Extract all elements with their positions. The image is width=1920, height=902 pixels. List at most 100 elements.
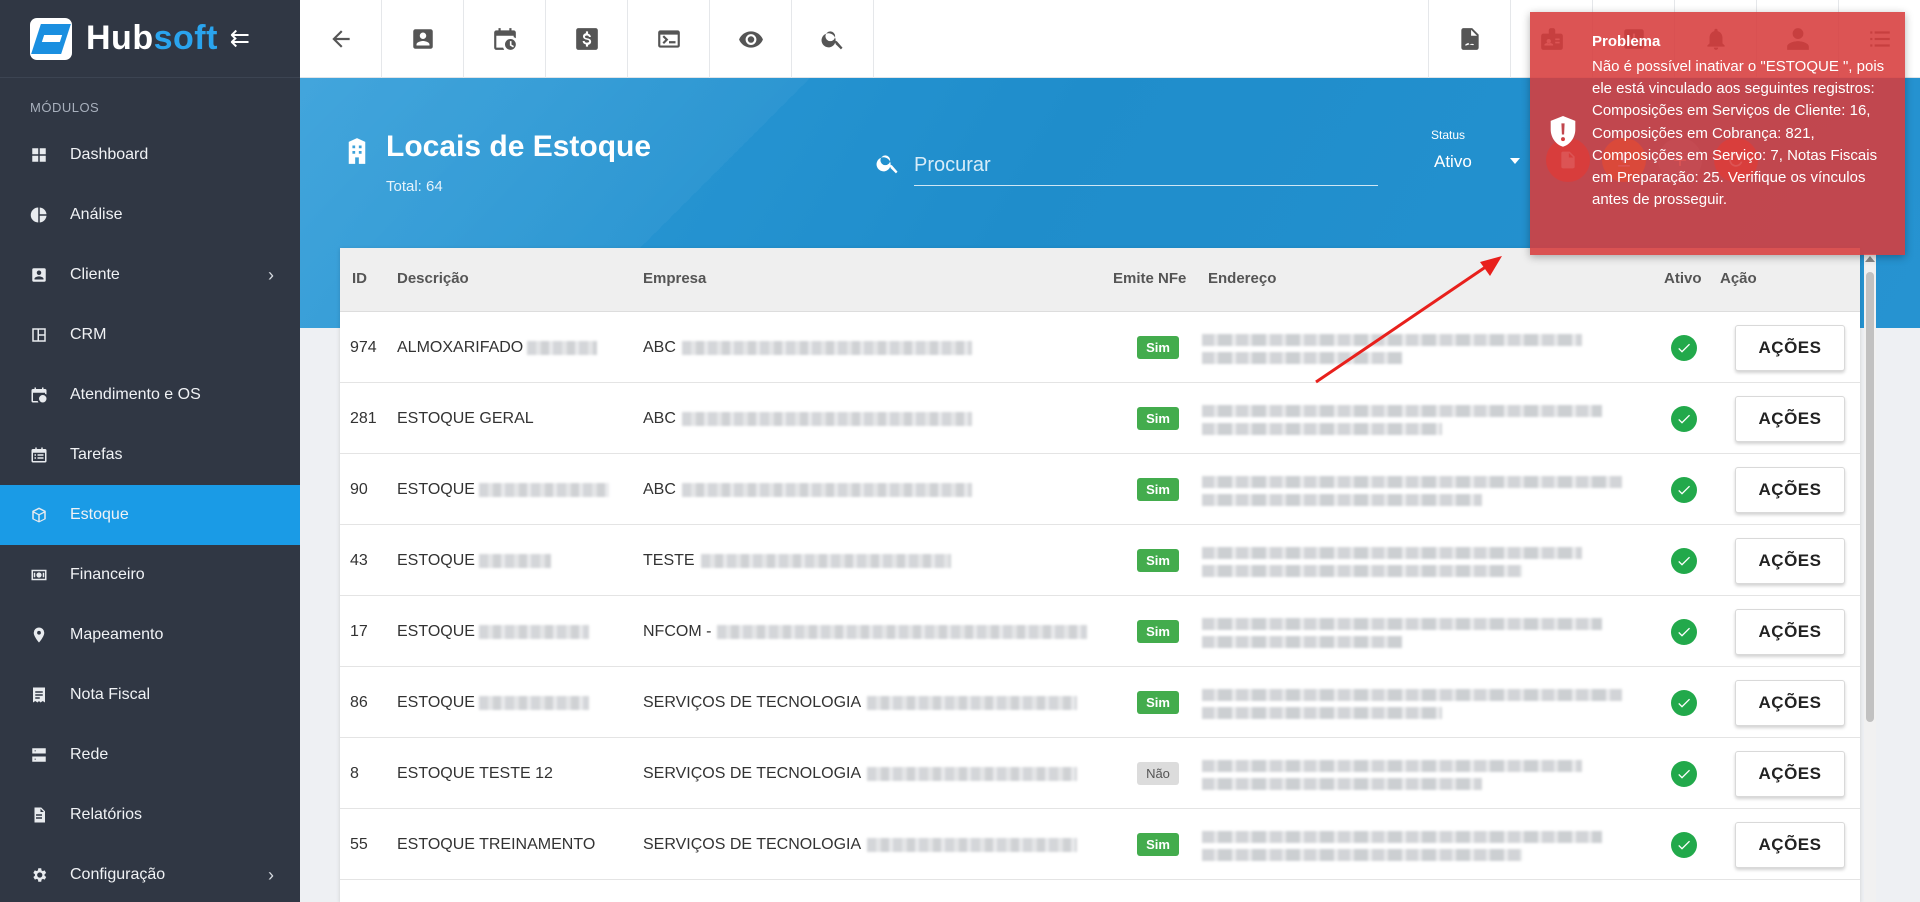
modules-label: MÓDULOS xyxy=(30,100,100,115)
table-row[interactable]: 55 ESTOQUE TREINAMENTO SERVIÇOS DE TECNOLO… xyxy=(340,809,1860,880)
brand-soft: soft xyxy=(153,19,218,57)
status-select[interactable]: Ativo xyxy=(1434,152,1520,172)
col-id[interactable]: ID xyxy=(352,270,367,287)
sidebar-item-cliente[interactable]: Cliente › xyxy=(0,245,300,305)
arrow-left-icon xyxy=(331,30,350,48)
col-ativo[interactable]: Ativo xyxy=(1664,270,1702,287)
empresa-value: SERVIÇOS DE TECNOLOGIA xyxy=(643,693,862,711)
sidebar-item-label: Rede xyxy=(70,746,109,763)
scroll-thumb[interactable] xyxy=(1866,272,1874,722)
nfe-badge: Sim xyxy=(1137,407,1179,430)
sidebar-item-atendimento-e-os[interactable]: Atendimento e OS xyxy=(0,365,300,425)
redacted-text xyxy=(1202,475,1622,488)
nfe-badge: Sim xyxy=(1137,833,1179,856)
finance-button[interactable] xyxy=(546,0,628,78)
sidebar-item-tarefas[interactable]: Tarefas xyxy=(0,425,300,485)
col-endereco[interactable]: Endereço xyxy=(1208,270,1276,287)
chevron-right-icon: › xyxy=(268,864,274,885)
acoes-button[interactable]: AÇÕES xyxy=(1735,537,1845,584)
redacted-text xyxy=(1202,848,1522,861)
acoes-button[interactable]: AÇÕES xyxy=(1735,821,1845,868)
cell-acao: AÇÕES xyxy=(1730,525,1850,596)
sidebar-item-dashboard[interactable]: Dashboard xyxy=(0,125,300,185)
toast-title: Problema xyxy=(1592,33,1661,50)
table-body: 974 ALMOXARIFADO ABC Sim AÇÕES 281 ESTOQUE GER… xyxy=(340,312,1860,880)
cell-acao: AÇÕES xyxy=(1730,383,1850,454)
col-emite-nfe[interactable]: Emite NFe xyxy=(1113,270,1186,287)
sidebar-item-rede[interactable]: Rede xyxy=(0,725,300,785)
cell-emite-nfe: Sim xyxy=(1113,454,1203,525)
acoes-button[interactable]: AÇÕES xyxy=(1735,608,1845,655)
check-circle-icon xyxy=(1671,405,1697,432)
table-row[interactable]: 281 ESTOQUE GERAL ABC Sim AÇÕES xyxy=(340,383,1860,454)
pdf-button[interactable] xyxy=(1428,0,1510,78)
table-row[interactable]: 974 ALMOXARIFADO ABC Sim AÇÕES xyxy=(340,312,1860,383)
logo[interactable]: Hubsoft ⇇ xyxy=(0,0,300,78)
redacted-text xyxy=(1202,759,1582,772)
dashboard-icon xyxy=(30,146,48,164)
sidebar-item-estoque[interactable]: Estoque xyxy=(0,485,300,545)
error-toast[interactable]: Problema Não é possível inativar o "ESTO… xyxy=(1530,12,1905,255)
descricao-value: ESTOQUE GERAL xyxy=(397,409,534,427)
descricao-value: ESTOQUE TREINAMENTO xyxy=(397,835,596,853)
sidebar-item-configuracao[interactable]: Configuração › xyxy=(0,845,300,902)
search-icon xyxy=(821,31,843,50)
empresa-value: SERVIÇOS DE TECNOLOGIA xyxy=(643,835,862,853)
sidebar-item-nota-fiscal[interactable]: Nota Fiscal xyxy=(0,665,300,725)
redacted-text xyxy=(478,553,551,568)
col-acao[interactable]: Ação xyxy=(1720,270,1757,287)
scroll-up-arrow-icon[interactable] xyxy=(1865,256,1875,262)
col-empresa[interactable]: Empresa xyxy=(643,270,706,287)
cell-acao: AÇÕES xyxy=(1730,738,1850,809)
client-button[interactable] xyxy=(382,0,464,78)
status-value: Ativo xyxy=(1434,152,1472,171)
table-row[interactable]: 43 ESTOQUE TESTE Sim AÇÕES xyxy=(340,525,1860,596)
search-input[interactable] xyxy=(914,146,1378,186)
col-descricao[interactable]: Descrição xyxy=(397,270,469,287)
money-icon xyxy=(30,566,48,584)
box-icon xyxy=(30,506,48,524)
sidebar-item-label: Nota Fiscal xyxy=(70,686,151,703)
collapse-menu-icon[interactable]: ⇇ xyxy=(230,24,250,53)
check-circle-icon xyxy=(1671,760,1697,787)
sidebar-item-relatorios[interactable]: Relatórios xyxy=(0,785,300,845)
cell-id: 43 xyxy=(350,525,390,596)
redacted-text xyxy=(1202,688,1622,701)
terminal-button[interactable] xyxy=(628,0,710,78)
back-button[interactable] xyxy=(300,0,382,78)
redacted-text xyxy=(681,482,972,497)
table-row[interactable]: 90 ESTOQUE ABC Sim AÇÕES xyxy=(340,454,1860,525)
sidebar-item-analise[interactable]: Análise xyxy=(0,185,300,245)
table-scrollbar[interactable] xyxy=(1864,254,1876,902)
search-button[interactable] xyxy=(792,0,874,78)
table-row[interactable]: 17 ESTOQUE NFCOM - Sim AÇÕES xyxy=(340,596,1860,667)
acoes-button[interactable]: AÇÕES xyxy=(1735,324,1845,371)
acoes-button[interactable]: AÇÕES xyxy=(1735,679,1845,726)
total-count: Total: 64 xyxy=(386,178,443,195)
cell-empresa: SERVIÇOS DE TECNOLOGIA xyxy=(643,667,1103,738)
building-icon xyxy=(346,138,368,164)
redacted-text xyxy=(1202,404,1602,417)
table-row[interactable]: 8 ESTOQUE TESTE 12 SERVIÇOS DE TECNOLOGIA N… xyxy=(340,738,1860,809)
cell-endereco xyxy=(1202,454,1642,525)
calendar-button[interactable] xyxy=(464,0,546,78)
view-button[interactable] xyxy=(710,0,792,78)
sidebar-item-mapeamento[interactable]: Mapeamento xyxy=(0,605,300,665)
sidebar-item-label: Análise xyxy=(70,206,123,223)
cell-id: 17 xyxy=(350,596,390,667)
acoes-button[interactable]: AÇÕES xyxy=(1735,395,1845,442)
cell-empresa: SERVIÇOS DE TECNOLOGIA xyxy=(643,809,1103,880)
nfe-badge: Sim xyxy=(1137,549,1179,572)
redacted-text xyxy=(478,695,589,710)
sidebar-item-crm[interactable]: CRM xyxy=(0,305,300,365)
table-row[interactable]: 86 ESTOQUE SERVIÇOS DE TECNOLOGIA Sim AÇÕES xyxy=(340,667,1860,738)
redacted-text xyxy=(681,411,972,426)
acoes-button[interactable]: AÇÕES xyxy=(1735,750,1845,797)
empresa-value: TESTE xyxy=(643,551,695,569)
redacted-text xyxy=(1202,777,1482,790)
nfe-badge: Sim xyxy=(1137,336,1179,359)
redacted-text xyxy=(1202,706,1442,719)
acoes-button[interactable]: AÇÕES xyxy=(1735,466,1845,513)
chevron-right-icon: › xyxy=(268,264,274,285)
sidebar-item-financeiro[interactable]: Financeiro xyxy=(0,545,300,605)
